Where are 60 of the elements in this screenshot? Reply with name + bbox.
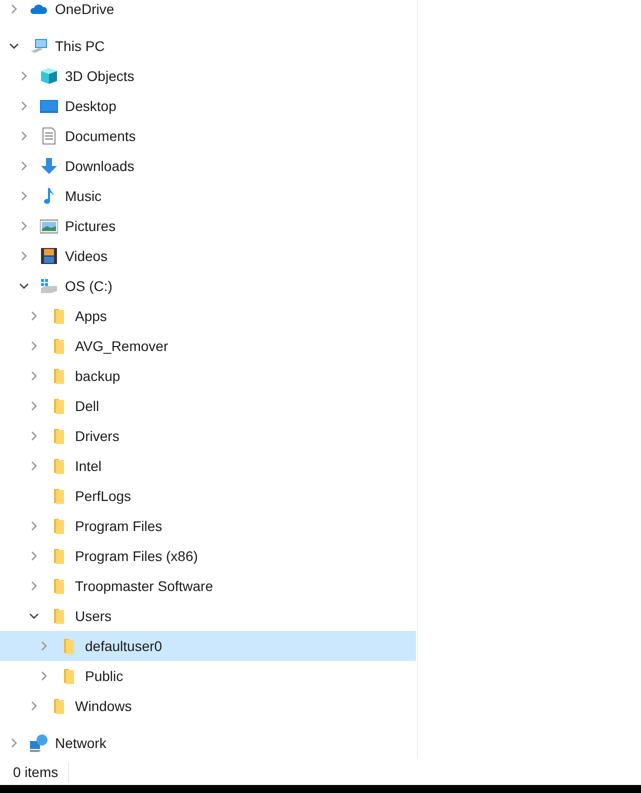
tree-item[interactable]: Downloads xyxy=(0,151,416,181)
tree-item[interactable]: OneDrive xyxy=(0,0,416,24)
tree-item-label: Downloads xyxy=(65,156,134,176)
tree-item[interactable]: Drivers xyxy=(0,421,416,451)
tree-item-label: 3D Objects xyxy=(65,66,134,86)
tree-item-label: Pictures xyxy=(65,216,116,236)
tree-item[interactable]: Program Files (x86) xyxy=(0,541,416,571)
tree-item-label: Desktop xyxy=(65,96,116,116)
tree-item-label: Program Files (x86) xyxy=(75,546,198,566)
tree-item[interactable]: Music xyxy=(0,181,416,211)
tree-item-label: Music xyxy=(65,186,102,206)
tree-item[interactable]: Users xyxy=(0,601,416,631)
tree-item[interactable]: PerfLogs xyxy=(0,481,416,511)
tree-item-label: Windows xyxy=(75,696,132,716)
tree-item[interactable]: Documents xyxy=(0,121,416,151)
tree-item-label: Network xyxy=(55,734,106,752)
tree-item[interactable]: Apps xyxy=(0,301,416,331)
tree-item-label: Program Files xyxy=(75,516,162,536)
item-count: 0 items xyxy=(0,762,70,782)
tree-item[interactable]: backup xyxy=(0,361,416,391)
tree-item-label: Drivers xyxy=(75,426,120,446)
tree-item-label: OneDrive xyxy=(55,0,114,18)
tree-item[interactable]: 3D Objects xyxy=(0,61,416,91)
tree-item-label: Users xyxy=(75,606,112,626)
tree-item-label: Intel xyxy=(75,456,102,476)
down-arrow-icon xyxy=(40,157,58,175)
tree-item[interactable]: This PC xyxy=(0,31,416,61)
film-icon xyxy=(40,247,58,265)
tree-item-label: Videos xyxy=(65,246,108,266)
tree-item-label: backup xyxy=(75,366,120,386)
picture-icon xyxy=(40,217,58,235)
tree-item[interactable]: Public xyxy=(0,661,416,691)
tree-item[interactable]: Intel xyxy=(0,451,416,481)
tree-item-label: Dell xyxy=(75,396,100,416)
tree-item[interactable]: Videos xyxy=(0,241,416,271)
tree-item[interactable]: Program Files xyxy=(0,511,416,541)
tree-item[interactable]: AVG_Remover xyxy=(0,331,416,361)
network-icon xyxy=(30,734,48,752)
tree-item-label: This PC xyxy=(55,36,105,56)
computer-icon xyxy=(30,37,48,55)
tree-item-label: Apps xyxy=(75,306,107,326)
tree-item-label: OS (C:) xyxy=(65,276,112,296)
tree-item[interactable]: Desktop xyxy=(0,91,416,121)
tree-item[interactable]: defaultuser0 xyxy=(0,631,416,661)
document-icon xyxy=(40,127,58,145)
tree-item[interactable]: Pictures xyxy=(0,211,416,241)
tree-item-label: AVG_Remover xyxy=(75,336,168,356)
tree-item-label: Documents xyxy=(65,126,136,146)
tree-item-label: PerfLogs xyxy=(75,486,132,506)
tree-item[interactable]: OS (C:) xyxy=(0,271,416,301)
tree-item[interactable]: Dell xyxy=(0,391,416,421)
cube-icon xyxy=(40,67,58,85)
drive-icon xyxy=(40,277,58,295)
tree-item[interactable]: Network xyxy=(0,728,416,758)
tree-item-label: defaultuser0 xyxy=(85,636,162,656)
desktop-icon xyxy=(40,97,58,115)
tree-item-label: Troopmaster Software xyxy=(75,576,213,596)
tree-item[interactable]: Troopmaster Software xyxy=(0,571,416,601)
tree-item[interactable]: Windows xyxy=(0,691,416,721)
tree-item-label: Public xyxy=(85,666,124,686)
